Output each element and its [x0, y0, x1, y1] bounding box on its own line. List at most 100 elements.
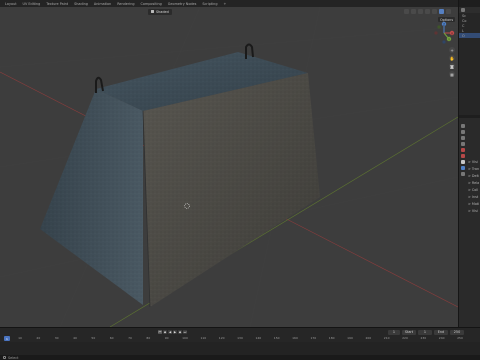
xray-toggle-icon[interactable] — [425, 8, 430, 14]
ruler-tick-label: 50 — [91, 336, 96, 340]
properties-section-header[interactable]: > Moti — [468, 202, 479, 206]
properties-tab-column — [459, 124, 466, 176]
view-layer-tab-icon[interactable] — [460, 142, 465, 146]
playback-controls: ⏮ ◆ ◀ ▶ ◆ ⏭ — [158, 330, 187, 334]
workspace-tab[interactable]: Texture Paint — [45, 2, 69, 6]
current-frame-field[interactable]: 1 — [388, 329, 400, 335]
ruler-tick-label: 200 — [365, 336, 372, 340]
wireframe-shading-icon[interactable] — [432, 8, 437, 14]
object-tab-icon[interactable] — [460, 160, 465, 164]
workspace-tab[interactable]: Shading — [73, 2, 89, 6]
outliner-list: Sc Co C L O — [459, 13, 480, 38]
visibility-icon[interactable] — [404, 8, 409, 14]
ruler-tick-label: 250 — [457, 336, 463, 340]
ruler-tick-label: 160 — [292, 336, 298, 340]
outliner-panel: Sc Co C L O — [459, 7, 480, 115]
ruler-tick-label: 30 — [54, 336, 59, 340]
end-frame-label: End — [434, 329, 448, 335]
workspace-tab[interactable]: Animation — [93, 2, 112, 6]
ruler-tick-label: 60 — [109, 336, 114, 340]
ruler-tick-label: 80 — [146, 336, 151, 340]
outliner-filter-icon[interactable] — [461, 8, 465, 12]
zoom-icon[interactable]: + — [449, 47, 455, 53]
gizmo-z-label: Z — [443, 22, 445, 26]
ruler-tick-label: 240 — [438, 336, 445, 340]
workspace-tab[interactable]: Scripting — [201, 2, 218, 6]
outliner-row[interactable]: O — [459, 33, 480, 38]
ruler-tick-label: 90 — [164, 336, 169, 340]
tool-tab-icon[interactable] — [460, 124, 465, 128]
workspace-tab[interactable]: Compositing — [140, 2, 163, 6]
perspective-toggle-icon[interactable]: ▦ — [449, 71, 455, 77]
overlay-toggle-icon[interactable] — [418, 8, 423, 14]
camera-view-icon[interactable]: ◙ — [449, 63, 455, 69]
ruler-tick-label: 150 — [273, 336, 280, 340]
viewport-mode-dropdown[interactable]: Shaded — [148, 8, 172, 15]
ruler-tick-label: 190 — [347, 336, 353, 340]
material-tab-icon[interactable] — [460, 172, 465, 176]
mouse-select-icon — [3, 356, 6, 359]
start-frame-label: Start — [402, 329, 416, 335]
workspace-tab[interactable]: UV Editing — [22, 2, 42, 6]
properties-section-header[interactable]: > Visi — [468, 209, 479, 213]
ruler-tick-label: 20 — [36, 336, 41, 340]
ruler-tick-label: 40 — [73, 336, 77, 340]
prev-keyframe-icon[interactable]: ◆ — [163, 330, 167, 334]
navigation-gizmo[interactable]: X Z Y — [432, 21, 456, 45]
object-mode-icon — [151, 10, 154, 13]
scene-tab-icon[interactable] — [460, 148, 465, 152]
timeline-playhead[interactable]: 1 — [4, 336, 10, 341]
start-frame-field[interactable]: 1 — [418, 329, 432, 335]
properties-section-header[interactable]: > Inst — [468, 195, 479, 199]
gizmo-x-label: X — [451, 31, 453, 35]
end-frame-field[interactable]: 250 — [450, 329, 464, 335]
ruler-tick-label: 230 — [420, 336, 427, 340]
ruler-tick-label: 210 — [383, 336, 390, 340]
last-frame-icon[interactable]: ⏭ — [183, 330, 187, 334]
ruler-tick-label: 120 — [218, 336, 225, 340]
concrete-block-model — [40, 43, 320, 308]
scene-canvas[interactable] — [0, 7, 458, 327]
solid-shading-icon[interactable] — [439, 8, 444, 14]
world-tab-icon[interactable] — [460, 154, 465, 158]
viewport-nav-buttons: + ✋ ◙ ▦ — [449, 47, 455, 77]
properties-section-header[interactable]: > Tran — [468, 167, 479, 171]
ruler-tick-label: 130 — [237, 336, 243, 340]
modifier-tab-icon[interactable] — [460, 166, 465, 170]
workspace-tab[interactable]: Geometry Nodes — [167, 2, 198, 6]
next-keyframe-icon[interactable]: ◆ — [178, 330, 182, 334]
timeline-track-area[interactable] — [0, 342, 480, 356]
frame-fields: 1 Start 1 End 250 — [388, 329, 464, 335]
ruler-tick-label: 140 — [255, 336, 262, 340]
workspace-tab[interactable]: Rendering — [116, 2, 135, 6]
play-reverse-icon[interactable]: ◀ — [168, 330, 172, 334]
ruler-tick-label: 180 — [328, 336, 335, 340]
viewport-shading-tools — [404, 8, 451, 14]
gizmo-y-label: Y — [448, 37, 450, 41]
workspace-tab[interactable]: Layout — [4, 2, 18, 6]
properties-section-header[interactable]: > Visi — [468, 160, 479, 164]
right-sidebar: Sc Co C L O > Visi > Tran > Delt > Rela > Coll > … — [458, 0, 480, 327]
ruler-tick-label: 220 — [402, 336, 408, 340]
status-bar: Select — [0, 355, 480, 360]
properties-section-header[interactable]: > Rela — [468, 181, 479, 185]
render-tab-icon[interactable] — [460, 130, 465, 134]
pan-hand-icon[interactable]: ✋ — [449, 55, 455, 61]
timeline-editor: ⏮ ◆ ◀ ▶ ◆ ⏭ 1 Start 1 End 250 10 20 30 40 50 60 70 8… — [0, 327, 480, 356]
properties-panel: > Visi > Tran > Delt > Rela > Coll > Inst > Mo… — [459, 118, 480, 327]
gizmo-toggle-icon[interactable] — [411, 8, 416, 14]
properties-sections: > Visi > Tran > Delt > Rela > Coll > Inst > Mo… — [468, 160, 479, 213]
3d-viewport[interactable]: Shaded Options X Z Y + ✋ ◙ ▦ — [0, 7, 458, 327]
ruler-tick-label: 10 — [18, 336, 22, 340]
properties-section-header[interactable]: > Coll — [468, 188, 479, 192]
material-shading-icon[interactable] — [446, 8, 451, 14]
viewport-mode-label: Shaded — [156, 9, 169, 14]
ruler-tick-label: 70 — [128, 336, 132, 340]
ruler-tick-label: 100 — [182, 336, 188, 340]
output-tab-icon[interactable] — [460, 136, 465, 140]
workspace-tab[interactable]: + — [222, 2, 227, 6]
status-select-label: Select — [8, 355, 19, 360]
play-icon[interactable]: ▶ — [173, 330, 177, 334]
first-frame-icon[interactable]: ⏮ — [158, 330, 162, 334]
properties-section-header[interactable]: > Delt — [468, 174, 479, 178]
